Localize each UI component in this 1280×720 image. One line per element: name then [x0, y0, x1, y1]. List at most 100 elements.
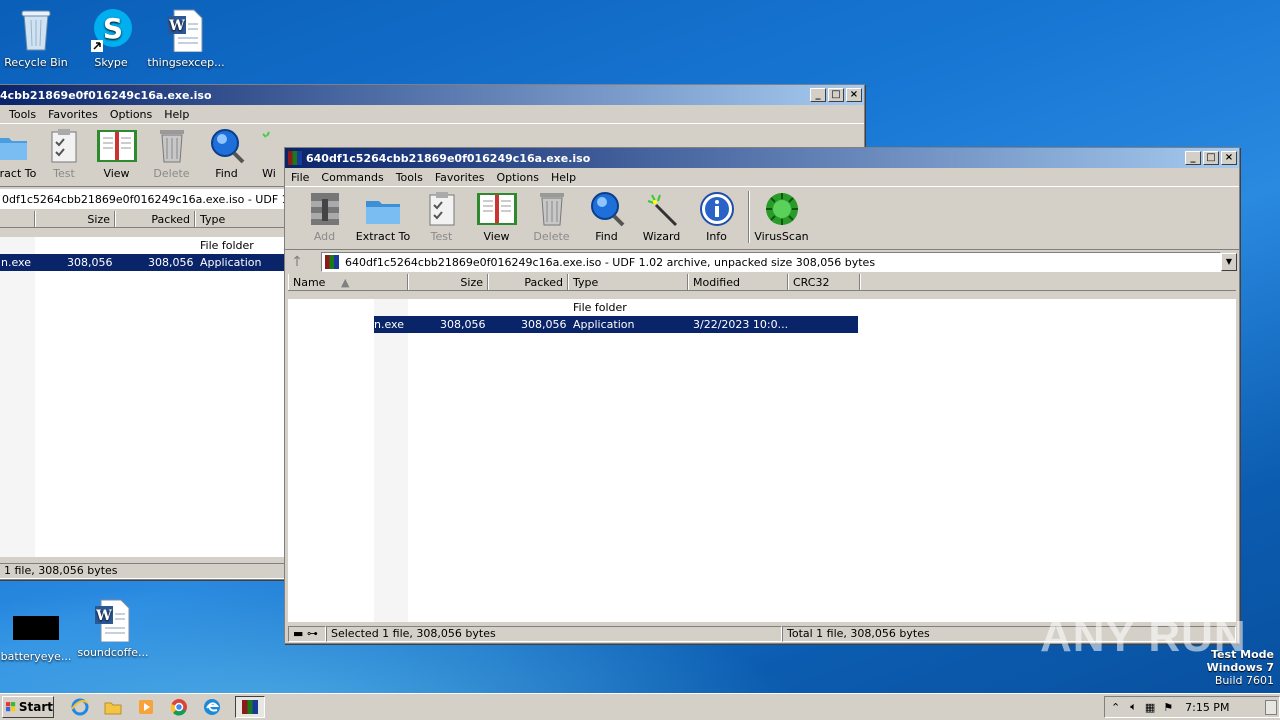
- tool-label: Wizard: [642, 230, 681, 243]
- menu-options[interactable]: Options: [491, 171, 545, 184]
- desktop-icon-batteryeye[interactable]: batteryeye...: [0, 598, 76, 663]
- black-thumbnail-icon: [13, 616, 59, 640]
- tool-wizard[interactable]: Wizard: [634, 191, 689, 243]
- desktop-icon-thingsexcep[interactable]: W thingsexcep...: [146, 8, 226, 69]
- tool-info[interactable]: Info: [689, 191, 744, 243]
- menu-options[interactable]: Options: [104, 108, 158, 121]
- maximize-button[interactable]: □: [1203, 151, 1219, 165]
- menu-file[interactable]: File: [285, 171, 315, 184]
- tool-find[interactable]: Find: [199, 128, 254, 180]
- name-column-shade: [374, 299, 408, 622]
- explorer-icon[interactable]: [103, 697, 125, 717]
- word-document-icon: W: [166, 8, 206, 53]
- clock[interactable]: 7:15 PM: [1185, 701, 1229, 714]
- tool-add[interactable]: Add: [297, 191, 352, 243]
- column-size[interactable]: Size: [35, 211, 115, 227]
- column-name[interactable]: Name ▲: [288, 274, 408, 290]
- front-winrar-window[interactable]: 640df1c5264cbb21869e0f016249c16a.exe.iso…: [284, 147, 1240, 644]
- back-window-titlebar[interactable]: 4cbb21869e0f016249c16a.exe.iso _ □ ×: [0, 85, 864, 105]
- tool-label: Info: [706, 230, 727, 243]
- find-icon: [209, 128, 245, 164]
- tool-view[interactable]: View: [89, 128, 144, 180]
- ie-icon[interactable]: [70, 697, 92, 717]
- menu-favorites[interactable]: Favorites: [429, 171, 491, 184]
- column-crc32[interactable]: CRC32: [788, 274, 860, 290]
- table-row[interactable]: File folder: [374, 299, 858, 316]
- show-hidden-icons-icon[interactable]: ⌃: [1111, 701, 1120, 714]
- tool-label: Find: [595, 230, 618, 243]
- tool-view[interactable]: View: [469, 191, 524, 243]
- column-type[interactable]: Type: [195, 211, 287, 227]
- path-dropdown-button[interactable]: ▼: [1221, 253, 1237, 271]
- menu-help[interactable]: Help: [545, 171, 582, 184]
- test-mode-notice: Test Mode Windows 7 Build 7601: [1207, 648, 1274, 687]
- tool-extract-to[interactable]: ract To: [0, 128, 39, 180]
- menu-help[interactable]: Help: [158, 108, 195, 121]
- menu-commands[interactable]: Commands: [315, 171, 389, 184]
- minimize-button[interactable]: _: [810, 88, 826, 102]
- toolbar-separator: [748, 191, 750, 243]
- cell-type: File folder: [573, 301, 627, 314]
- up-arrow-icon[interactable]: ↑: [287, 254, 307, 270]
- desktop-icon-skype[interactable]: S Skype: [71, 8, 151, 69]
- media-player-icon[interactable]: [136, 697, 158, 717]
- column-name[interactable]: [0, 211, 35, 227]
- table-row[interactable]: n.exe 308,056 308,056 Application: [0, 254, 287, 271]
- front-file-list[interactable]: File folder n.exe 308,056 308,056 Applic…: [288, 299, 1236, 622]
- show-desktop-button[interactable]: [1265, 700, 1277, 715]
- desktop-icon-recycle-bin[interactable]: Recycle Bin: [0, 8, 76, 69]
- menu-tools[interactable]: Tools: [0, 108, 42, 121]
- cell-size: 308,056: [67, 256, 113, 269]
- tool-label: Find: [215, 167, 238, 180]
- tool-label: Test: [53, 167, 75, 180]
- table-row[interactable]: n.exe 308,056 308,056 Application 3/22/2…: [374, 316, 858, 333]
- delete-icon: [154, 128, 190, 164]
- table-row[interactable]: File folder: [0, 237, 287, 254]
- cell-type: Application: [200, 256, 262, 269]
- minimize-button[interactable]: _: [1185, 151, 1201, 165]
- desktop-icon-label: soundcoffe...: [77, 646, 149, 659]
- chrome-icon[interactable]: [169, 697, 191, 717]
- column-packed[interactable]: Packed: [488, 274, 568, 290]
- front-path-field[interactable]: 640df1c5264cbb21869e0f016249c16a.exe.iso…: [321, 252, 1221, 272]
- tool-test[interactable]: Test: [39, 128, 89, 180]
- tool-wizard[interactable]: Wi: [254, 128, 284, 180]
- back-path-field[interactable]: 0df1c5264cbb21869e0f016249c16a.exe.iso -…: [0, 189, 289, 209]
- test-mode-line: Test Mode: [1211, 648, 1274, 661]
- tool-label: Wi: [262, 167, 276, 180]
- close-button[interactable]: ×: [1221, 151, 1237, 165]
- os-name-line: Windows 7: [1206, 661, 1274, 674]
- back-file-list[interactable]: File folder n.exe 308,056 308,056 Applic…: [0, 237, 287, 557]
- drive-icon: ▬ ⊶: [288, 626, 326, 642]
- winrar-taskbar-button[interactable]: [235, 696, 265, 718]
- front-list-header: Name ▲ Size Packed Type Modified CRC32: [288, 274, 1236, 291]
- windows-logo-icon: [6, 702, 16, 712]
- menu-favorites[interactable]: Favorites: [42, 108, 104, 121]
- close-button[interactable]: ×: [846, 88, 862, 102]
- column-modified[interactable]: Modified: [688, 274, 788, 290]
- path-text: 640df1c5264cbb21869e0f016249c16a.exe.iso…: [345, 255, 876, 269]
- tool-extract-to[interactable]: Extract To: [352, 191, 414, 243]
- desktop-icon-label: batteryeye...: [0, 650, 72, 663]
- tool-test[interactable]: Test: [414, 191, 469, 243]
- volume-icon[interactable]: 🔈︎: [1130, 700, 1137, 714]
- column-packed[interactable]: Packed: [115, 211, 195, 227]
- tool-delete[interactable]: Delete: [524, 191, 579, 243]
- sort-ascending-icon: ▲: [340, 276, 350, 289]
- tool-delete[interactable]: Delete: [144, 128, 199, 180]
- front-window-titlebar[interactable]: 640df1c5264cbb21869e0f016249c16a.exe.iso…: [285, 148, 1239, 168]
- tool-virusscan[interactable]: VirusScan: [754, 191, 809, 243]
- word-document-icon: W: [93, 598, 133, 643]
- maximize-button[interactable]: □: [828, 88, 844, 102]
- network-icon[interactable]: ▦: [1145, 701, 1155, 714]
- start-button[interactable]: Start: [2, 696, 54, 718]
- desktop-icon-soundcoffe[interactable]: W soundcoffe...: [73, 598, 153, 659]
- action-center-flag-icon[interactable]: ⚑: [1163, 701, 1173, 714]
- wizard-icon: [259, 128, 279, 164]
- column-size[interactable]: Size: [408, 274, 488, 290]
- tool-label: VirusScan: [754, 230, 809, 243]
- menu-tools[interactable]: Tools: [390, 171, 429, 184]
- column-type[interactable]: Type: [568, 274, 688, 290]
- edge-icon[interactable]: [202, 697, 224, 717]
- tool-find[interactable]: Find: [579, 191, 634, 243]
